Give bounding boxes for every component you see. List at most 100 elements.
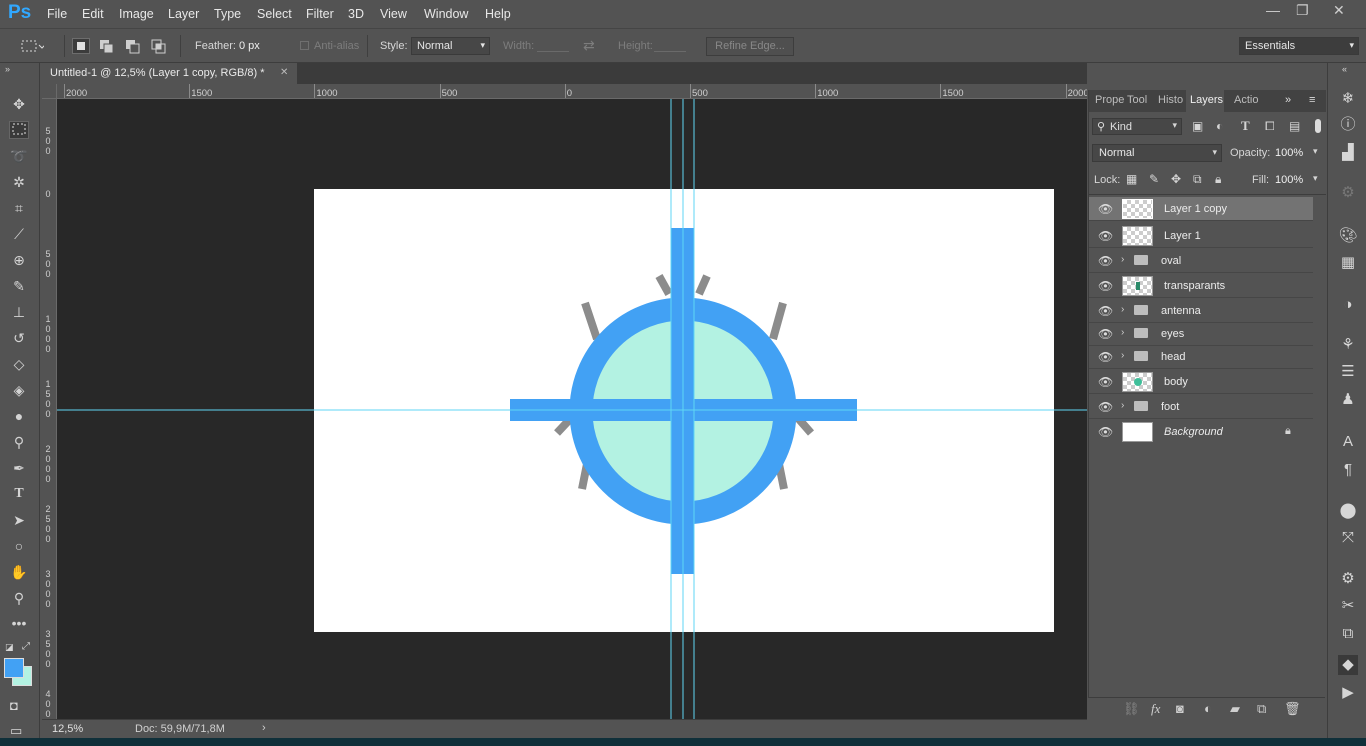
character-icon[interactable]: A <box>1338 432 1358 452</box>
actions-icon[interactable]: ▶ <box>1338 683 1358 703</box>
brushes-icon[interactable]: ⚘ <box>1338 335 1358 355</box>
menu-file[interactable]: File <box>47 7 67 21</box>
tools-icon[interactable]: ✂ <box>1338 596 1358 616</box>
new-layer-icon[interactable]: ⧉ <box>1257 701 1266 717</box>
properties-icon[interactable]: ⚙ <box>1338 569 1358 589</box>
add-mask-icon[interactable]: ◙ <box>1176 701 1184 716</box>
lasso-icon[interactable]: ➰ <box>9 147 29 165</box>
expand-group-icon[interactable]: › <box>1121 304 1124 315</box>
brush-icon[interactable]: ✎ <box>9 277 29 295</box>
status-menu-icon[interactable]: › <box>262 722 266 734</box>
visibility-eye-icon[interactable]: 👁︎ <box>1098 254 1113 268</box>
adjustments-icon[interactable]: ◑ <box>1338 295 1358 315</box>
color-palette-icon[interactable]: 🎨︎ <box>1338 226 1358 246</box>
layer-row[interactable]: 👁︎ › foot <box>1089 395 1313 419</box>
menu-edit[interactable]: Edit <box>82 7 104 21</box>
clone-source-icon[interactable]: ♟ <box>1338 390 1358 410</box>
paint-bucket-icon[interactable]: ◈ <box>9 381 29 399</box>
pen-icon[interactable]: ✒ <box>9 459 29 477</box>
document-tab[interactable]: Untitled-1 @ 12,5% (Layer 1 copy, RGB/8)… <box>42 63 297 84</box>
swatches-icon[interactable]: ▦ <box>1338 253 1358 273</box>
visibility-eye-icon[interactable]: 👁︎ <box>1098 400 1113 414</box>
move-icon[interactable]: ✥ <box>9 95 29 113</box>
minimize-button[interactable]: — <box>1266 2 1280 18</box>
tab-tool-presets[interactable]: Tool <box>1127 94 1147 106</box>
blend-mode-select[interactable]: Normal ▾ <box>1092 144 1222 162</box>
adjustment-layer-icon[interactable]: ◐ <box>1204 701 1212 716</box>
zoom-icon[interactable]: ⚲ <box>9 589 29 607</box>
width-input[interactable] <box>537 51 569 52</box>
style-select[interactable]: Normal ▾ <box>411 37 490 55</box>
zoom-level[interactable]: 12,5% <box>52 723 83 735</box>
collapse-icon[interactable]: « <box>1342 64 1347 74</box>
visibility-eye-icon[interactable]: 👁︎ <box>1098 327 1113 341</box>
expand-group-icon[interactable]: › <box>1121 254 1124 265</box>
refine-edge-button[interactable]: Refine Edge... <box>706 37 794 56</box>
menu-window[interactable]: Window <box>424 7 468 21</box>
layer-row[interactable]: 👁︎ › eyes <box>1089 322 1313 346</box>
panel-menu-icon[interactable]: ≡ <box>1309 94 1315 106</box>
filter-pixel-icon[interactable]: ▣ <box>1192 119 1203 133</box>
healing-brush-icon[interactable]: ⊕ <box>9 251 29 269</box>
visibility-eye-icon[interactable]: 👁︎ <box>1098 425 1113 439</box>
layer-row[interactable]: 👁︎ Background 🔒︎ <box>1089 420 1313 444</box>
layer-row[interactable]: 👁︎ Layer 1 <box>1089 224 1313 248</box>
lock-artboard-icon[interactable]: ⧉ <box>1193 172 1202 187</box>
filter-type-icon[interactable]: T <box>1241 118 1250 134</box>
quick-mask-icon[interactable]: ◘ <box>10 698 18 713</box>
layer-row[interactable]: 👁︎ › head <box>1089 345 1313 369</box>
fill-chevron-icon[interactable]: ▾ <box>1313 173 1318 184</box>
feather-input[interactable]: 0 px <box>239 40 260 52</box>
layer-row[interactable]: 👁︎ › oval <box>1089 249 1313 273</box>
expand-group-icon[interactable]: › <box>1121 350 1124 361</box>
info-icon[interactable]: ⓘ <box>1338 115 1358 135</box>
eyedropper-icon[interactable]: ⟋ <box>9 225 29 243</box>
more-icon[interactable]: ••• <box>9 614 29 632</box>
expand-group-icon[interactable]: › <box>1121 400 1124 411</box>
history-brush-icon[interactable]: ↺ <box>9 329 29 347</box>
histogram-icon[interactable]: ▟ <box>1338 143 1358 163</box>
tab-history[interactable]: Histo <box>1158 94 1183 106</box>
visibility-eye-icon[interactable]: 👁︎ <box>1098 279 1113 293</box>
visibility-eye-icon[interactable]: 👁︎ <box>1098 229 1113 243</box>
paths-icon[interactable]: ⤧ <box>1338 528 1358 548</box>
ruler-origin[interactable] <box>42 84 57 99</box>
filter-toggle[interactable] <box>1315 119 1321 133</box>
screen-mode-icon[interactable]: ▭ <box>10 723 22 739</box>
navigator-icon[interactable]: ❄ <box>1338 89 1358 109</box>
menu-filter[interactable]: Filter <box>306 7 334 21</box>
ellipse-icon[interactable]: ○ <box>9 537 29 555</box>
workspace-select[interactable]: Essentials ▾ <box>1239 37 1359 55</box>
filter-shape-icon[interactable]: ⧠ <box>1265 119 1275 134</box>
hand-icon[interactable]: ✋ <box>9 563 29 581</box>
layers-icon[interactable]: ◆ <box>1338 655 1358 675</box>
link-layers-icon[interactable]: ⛓ <box>1123 701 1140 717</box>
fx-icon[interactable]: fx <box>1151 701 1160 717</box>
fill-input[interactable]: 100% <box>1275 174 1303 186</box>
marquee-preset-icon[interactable] <box>20 38 46 54</box>
menu-image[interactable]: Image <box>119 7 154 21</box>
menu-help[interactable]: Help <box>485 7 511 21</box>
visibility-eye-icon[interactable]: 👁︎ <box>1098 350 1113 364</box>
menu-3d[interactable]: 3D <box>348 7 364 21</box>
add-selection-icon[interactable] <box>98 38 116 54</box>
subtract-selection-icon[interactable] <box>124 38 142 54</box>
visibility-eye-icon[interactable]: 👁︎ <box>1098 375 1113 389</box>
new-selection-icon[interactable] <box>72 38 90 54</box>
eraser-icon[interactable]: ◇ <box>9 355 29 373</box>
lock-transparent-icon[interactable]: ▦ <box>1126 172 1137 186</box>
history-icon[interactable]: ⧉ <box>1338 624 1358 644</box>
opacity-input[interactable]: 100% <box>1275 147 1303 159</box>
layer-row[interactable]: 👁︎ › antenna <box>1089 299 1313 323</box>
layer-row[interactable]: 👁︎ body <box>1089 370 1313 394</box>
foreground-color-swatch[interactable] <box>4 658 24 678</box>
stamp-icon[interactable]: ⊥ <box>9 303 29 321</box>
filter-adjustment-icon[interactable]: ◐ <box>1216 119 1223 133</box>
crop-icon[interactable]: ⌗ <box>9 199 29 217</box>
lock-position-icon[interactable]: ✥ <box>1171 172 1181 186</box>
canvas-area[interactable] <box>57 99 1087 719</box>
intersect-selection-icon[interactable] <box>150 38 168 54</box>
menu-type[interactable]: Type <box>214 7 241 21</box>
delete-layer-icon[interactable]: 🗑︎ <box>1284 701 1301 717</box>
new-group-icon[interactable]: ▰ <box>1230 701 1240 717</box>
